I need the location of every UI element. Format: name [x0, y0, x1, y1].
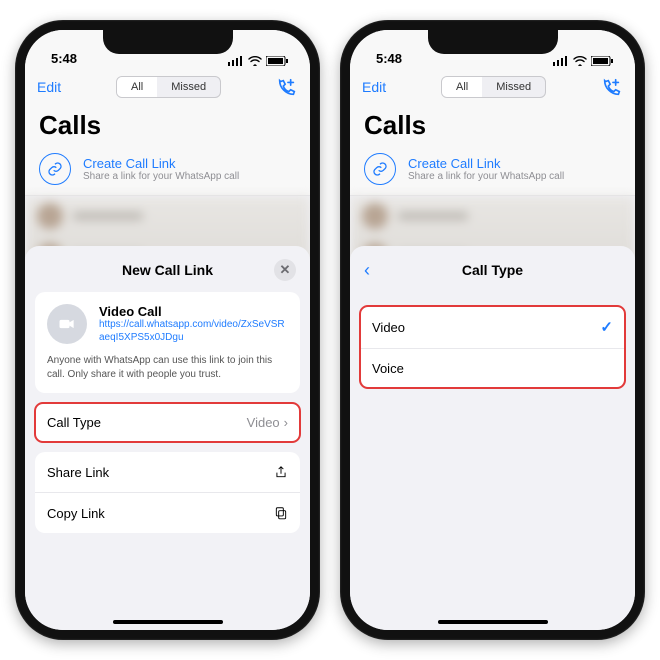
link-icon [364, 153, 396, 185]
edit-button[interactable]: Edit [37, 79, 61, 95]
status-right [228, 56, 288, 66]
call-info-card: Video Call https://call.whatsapp.com/vid… [35, 292, 300, 393]
sheet-header: New Call Link ✕ [35, 258, 300, 282]
link-icon [39, 153, 71, 185]
create-call-link-sub: Share a link for your WhatsApp call [83, 171, 239, 182]
create-call-link-row[interactable]: Create Call Link Share a link for your W… [350, 147, 635, 196]
phone-frame-left: 5:48 Edit All Missed [15, 20, 320, 640]
signal-icon [228, 56, 244, 66]
battery-icon [591, 56, 613, 66]
add-call-icon[interactable] [601, 76, 623, 98]
screen: 5:48 Edit All Missed [25, 30, 310, 630]
nav-bar: Edit All Missed [350, 68, 635, 106]
nav-bar: Edit All Missed [25, 68, 310, 106]
add-call-icon[interactable] [276, 76, 298, 98]
call-type-value: Video [247, 415, 280, 430]
option-voice[interactable]: Voice [360, 348, 625, 388]
call-type-label: Call Type [47, 415, 101, 430]
create-call-link-text: Create Call Link Share a link for your W… [83, 156, 239, 182]
copy-link-row[interactable]: Copy Link [35, 492, 300, 533]
screen: 5:48 Edit All Missed [350, 30, 635, 630]
option-voice-label: Voice [372, 361, 404, 376]
sheet-title: Call Type [462, 262, 523, 278]
call-url[interactable]: https://call.whatsapp.com/video/ZxSeVSRa… [99, 319, 288, 344]
share-icon [274, 464, 288, 480]
new-call-link-sheet: New Call Link ✕ Video Call https://call.… [25, 246, 310, 630]
back-icon[interactable]: ‹ [364, 260, 370, 281]
notch [103, 30, 233, 54]
phone-frame-right: 5:48 Edit All Missed [340, 20, 645, 640]
wifi-icon [573, 56, 587, 66]
create-call-link-title: Create Call Link [408, 156, 564, 171]
chevron-right-icon: › [284, 415, 288, 430]
tab-segment[interactable]: All Missed [116, 76, 221, 98]
share-link-row[interactable]: Share Link [35, 452, 300, 492]
tab-missed[interactable]: Missed [482, 77, 545, 97]
clock: 5:48 [376, 51, 402, 66]
create-call-link-title: Create Call Link [83, 156, 239, 171]
call-head: Video Call https://call.whatsapp.com/vid… [47, 304, 288, 344]
copy-link-label: Copy Link [47, 506, 105, 521]
status-right [553, 56, 613, 66]
edit-button[interactable]: Edit [362, 79, 386, 95]
create-call-link-text: Create Call Link Share a link for your W… [408, 156, 564, 182]
create-call-link-sub: Share a link for your WhatsApp call [408, 171, 564, 182]
checkmark-icon: ✓ [600, 318, 613, 336]
option-video-label: Video [372, 320, 405, 335]
call-type-card[interactable]: Call Type Video › [35, 403, 300, 442]
tab-segment[interactable]: All Missed [441, 76, 546, 98]
video-icon [47, 304, 87, 344]
call-name: Video Call [99, 304, 288, 319]
home-indicator[interactable] [113, 620, 223, 624]
share-card: Share Link Copy Link [35, 452, 300, 533]
battery-icon [266, 56, 288, 66]
page-title: Calls [25, 106, 310, 147]
call-type-row[interactable]: Call Type Video › [35, 403, 300, 442]
home-indicator[interactable] [438, 620, 548, 624]
sheet-title: New Call Link [122, 262, 213, 278]
call-type-options: Video ✓ Voice [360, 306, 625, 388]
copy-icon [274, 505, 288, 521]
tab-missed[interactable]: Missed [157, 77, 220, 97]
create-call-link-row[interactable]: Create Call Link Share a link for your W… [25, 147, 310, 196]
tab-all[interactable]: All [117, 77, 157, 97]
notch [428, 30, 558, 54]
page-title: Calls [350, 106, 635, 147]
signal-icon [553, 56, 569, 66]
tab-all[interactable]: All [442, 77, 482, 97]
close-icon[interactable]: ✕ [274, 259, 296, 281]
wifi-icon [248, 56, 262, 66]
call-type-sheet: ‹ Call Type Video ✓ Voice [350, 246, 635, 630]
option-video[interactable]: Video ✓ [360, 306, 625, 348]
share-link-label: Share Link [47, 465, 109, 480]
clock: 5:48 [51, 51, 77, 66]
sheet-header: ‹ Call Type [360, 258, 625, 282]
call-desc: Anyone with WhatsApp can use this link t… [47, 354, 288, 381]
